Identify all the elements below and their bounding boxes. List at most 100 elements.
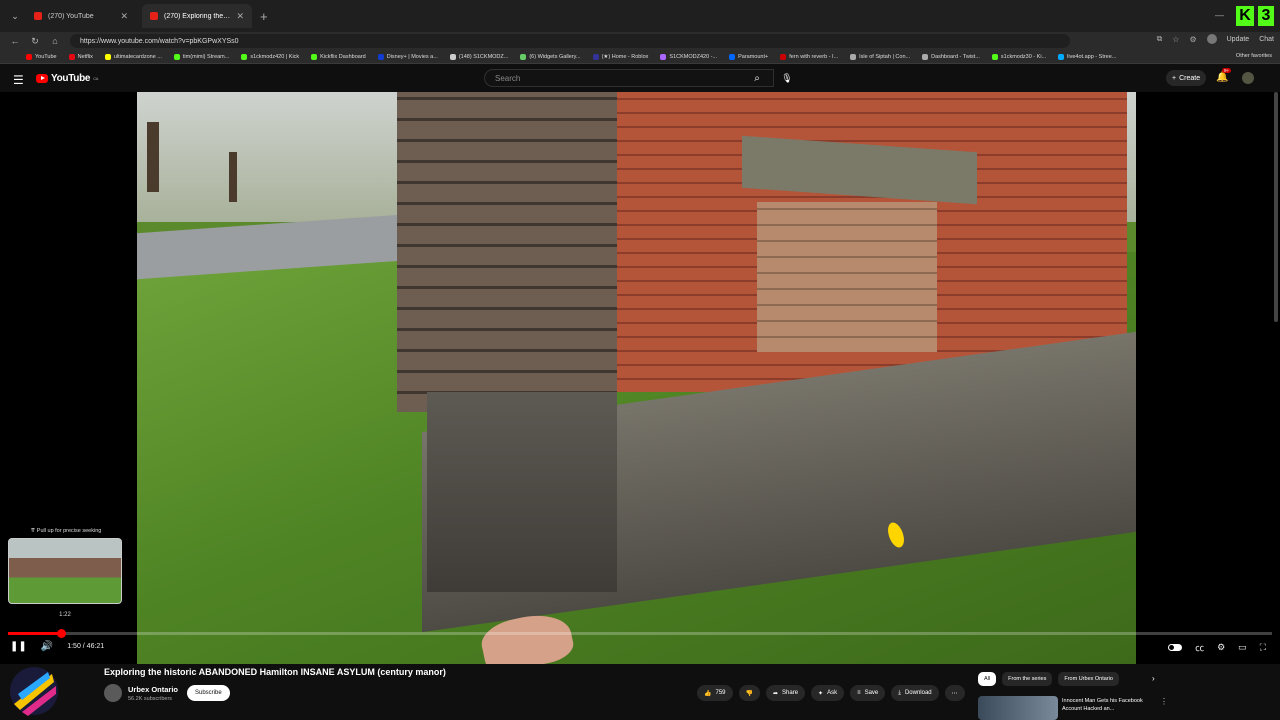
channel-name[interactable]: Urbex Ontario: [128, 685, 178, 694]
like-count: 759: [715, 690, 726, 696]
minimize-icon[interactable]: —: [1215, 10, 1224, 20]
settings-icon[interactable]: ⚙: [1217, 642, 1225, 653]
video-bricked-window: [757, 202, 937, 352]
tab-video[interactable]: (270) Exploring the historic A ✕: [142, 4, 252, 28]
bookmark-item[interactable]: fern with reverb - I...: [780, 53, 839, 60]
kick-overlay-logo: [10, 667, 58, 716]
tab-youtube[interactable]: (270) YouTube ✕: [26, 4, 136, 28]
bookmark-item[interactable]: Isle of Siptah | Con...: [850, 53, 911, 60]
tab-label: (270) Exploring the historic A: [164, 12, 231, 20]
video-tree: [229, 152, 237, 202]
bookmark-item[interactable]: Disney+ | Movies a...: [377, 53, 438, 60]
channel-avatar[interactable]: [104, 684, 122, 702]
new-tab-icon[interactable]: +: [260, 9, 268, 24]
save-button[interactable]: ≡ Save: [850, 685, 886, 701]
bookmark-item[interactable]: (6) Widgets Gallery...: [520, 53, 581, 60]
chip-from-series[interactable]: From the series: [1002, 672, 1053, 686]
profile-icon[interactable]: [1206, 34, 1217, 44]
bookmark-item[interactable]: Netflix: [68, 53, 93, 60]
chevron-right-icon[interactable]: ›: [1152, 674, 1155, 683]
bookmark-label: (6) Widgets Gallery...: [529, 53, 581, 60]
dislike-button[interactable]: 👎: [738, 685, 760, 701]
url-field[interactable]: https://www.youtube.com/watch?v=pbKGPwXY…: [70, 34, 1070, 48]
theater-mode-icon[interactable]: ▭: [1238, 642, 1247, 653]
video-title: Exploring the historic ABANDONED Hamilto…: [104, 667, 446, 677]
download-icon: ⤓: [898, 689, 901, 696]
bookmark-item[interactable]: (★) Home - Roblox: [592, 53, 648, 60]
menu-icon[interactable]: ☰: [13, 73, 24, 87]
account-avatar[interactable]: [1242, 72, 1254, 84]
video-frame[interactable]: [137, 92, 1136, 664]
bookmark-item[interactable]: s1ckmodz30 - Ki...: [991, 53, 1047, 60]
bookmarks-bar: YouTube Netflix ultimatecardzone ... tim…: [0, 50, 1280, 64]
share-icon: ➦: [772, 690, 779, 697]
bookmark-label: S1CKMODZ420 -...: [669, 53, 718, 60]
pause-icon[interactable]: ❚❚: [10, 641, 27, 652]
more-icon: ⋯: [951, 690, 958, 697]
bookmark-item[interactable]: (148) S1CKMODZ...: [449, 53, 509, 60]
bookmark-label: (148) S1CKMODZ...: [458, 53, 509, 60]
more-actions-button[interactable]: ⋯: [944, 685, 965, 701]
youtube-favicon-icon: [150, 12, 158, 20]
thumbs-up-icon: 👍: [704, 690, 712, 697]
notifications-icon[interactable]: 🔔 9+: [1216, 68, 1232, 83]
other-favorites[interactable]: Other favorites: [1236, 53, 1272, 59]
tab-menu-icon[interactable]: ⌄: [10, 11, 20, 22]
search-icon[interactable]: ⌕: [740, 69, 774, 87]
bookmark-item[interactable]: tim(mimi) Stream...: [173, 53, 229, 60]
progress-bar[interactable]: [8, 629, 1272, 638]
video-player[interactable]: ⇈ Pull up for precise seeking 1:22 ❚❚ 🔊 …: [0, 92, 1280, 664]
bookmark-label: fern with reverb - I...: [789, 53, 839, 60]
bookmark-item[interactable]: ultimatecardzone ...: [104, 53, 162, 60]
progress-knob[interactable]: [57, 629, 67, 638]
bookmark-item[interactable]: Paramount+: [729, 53, 768, 60]
bookmark-item[interactable]: live4ot.app - Stree...: [1058, 53, 1116, 60]
search-input[interactable]: Search: [484, 69, 774, 87]
extensions-icon[interactable]: ⚙: [1189, 35, 1196, 44]
share-button[interactable]: ➦ Share: [765, 685, 806, 701]
volume-icon[interactable]: 🔊: [41, 641, 53, 652]
save-icon: ≡: [857, 690, 861, 696]
autoplay-toggle[interactable]: [1168, 644, 1183, 651]
bookmark-label: YouTube: [35, 53, 57, 60]
captions-icon[interactable]: ㏄: [1195, 641, 1204, 654]
refresh-icon[interactable]: ↻: [30, 36, 40, 47]
bookmark-item[interactable]: Kickflix Dashboard: [311, 53, 366, 60]
close-tab-icon[interactable]: ✕: [120, 11, 128, 22]
ask-button[interactable]: ✦ Ask: [811, 685, 845, 701]
subscribe-button[interactable]: Subscribe: [187, 685, 230, 701]
kick-logo-icon: K: [1236, 6, 1254, 26]
bookmark-item[interactable]: s1ckmodz420 | Kick: [241, 53, 300, 60]
star-icon[interactable]: ☆: [1172, 35, 1179, 44]
back-icon[interactable]: ←: [10, 36, 20, 46]
bookmark-item[interactable]: Dashboard - Twist...: [922, 53, 980, 60]
bookmark-label: s1ckmodz420 | Kick: [250, 53, 300, 60]
bookmark-label: s1ckmodz30 - Ki...: [1000, 53, 1047, 60]
chat-button[interactable]: Chat: [1259, 36, 1274, 43]
update-button[interactable]: Update: [1227, 36, 1250, 43]
recommended-video-title[interactable]: Innocent Man Gets his Facebook Account H…: [1062, 697, 1158, 713]
more-vertical-icon[interactable]: ⋮: [1160, 697, 1168, 706]
youtube-logo[interactable]: YouTube CA: [36, 73, 98, 84]
create-button[interactable]: + Create: [1166, 70, 1207, 86]
home-icon[interactable]: ⌂: [50, 36, 60, 46]
recommended-video-thumbnail[interactable]: [978, 696, 1058, 720]
close-tab-icon[interactable]: ✕: [236, 11, 244, 22]
bookmark-item[interactable]: S1CKMODZ420 -...: [660, 53, 718, 60]
controls-right: ㏄ ⚙ ▭ ⛶: [1168, 641, 1266, 654]
bookmark-label: Disney+ | Movies a...: [386, 53, 438, 60]
microphone-icon[interactable]: 🎙: [778, 69, 796, 87]
download-button[interactable]: ⤓ Download: [891, 685, 939, 701]
bookmark-label: Kickflix Dashboard: [320, 53, 366, 60]
page-scrollbar[interactable]: [1274, 92, 1278, 322]
like-button[interactable]: 👍 759: [697, 685, 733, 701]
chip-all[interactable]: All: [978, 672, 997, 686]
translate-icon[interactable]: ⧉: [1157, 34, 1163, 44]
video-corner-stone: [427, 392, 617, 592]
fullscreen-icon[interactable]: ⛶: [1260, 642, 1266, 653]
save-label: Save: [864, 690, 879, 696]
youtube-play-icon: [36, 74, 48, 83]
bookmark-item[interactable]: YouTube: [26, 53, 57, 60]
chip-from-channel[interactable]: From Urbex Ontario: [1058, 672, 1119, 686]
bookmark-label: Isle of Siptah | Con...: [859, 53, 911, 60]
